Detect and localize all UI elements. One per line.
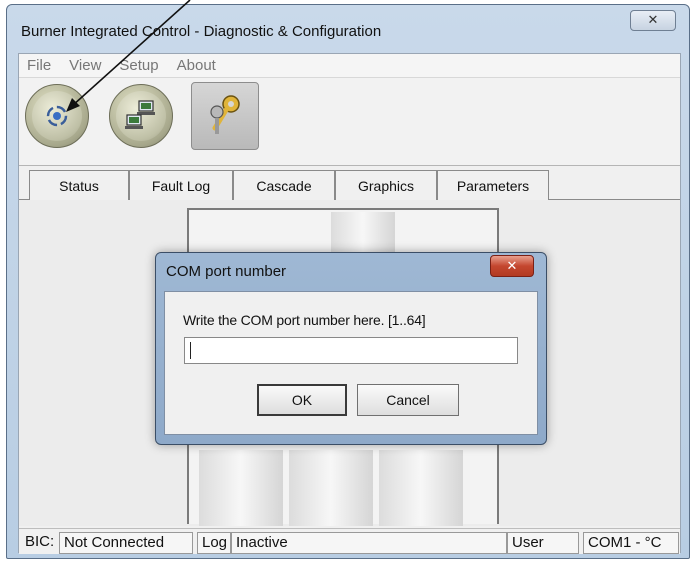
annotation-arrow [66, 0, 191, 112]
